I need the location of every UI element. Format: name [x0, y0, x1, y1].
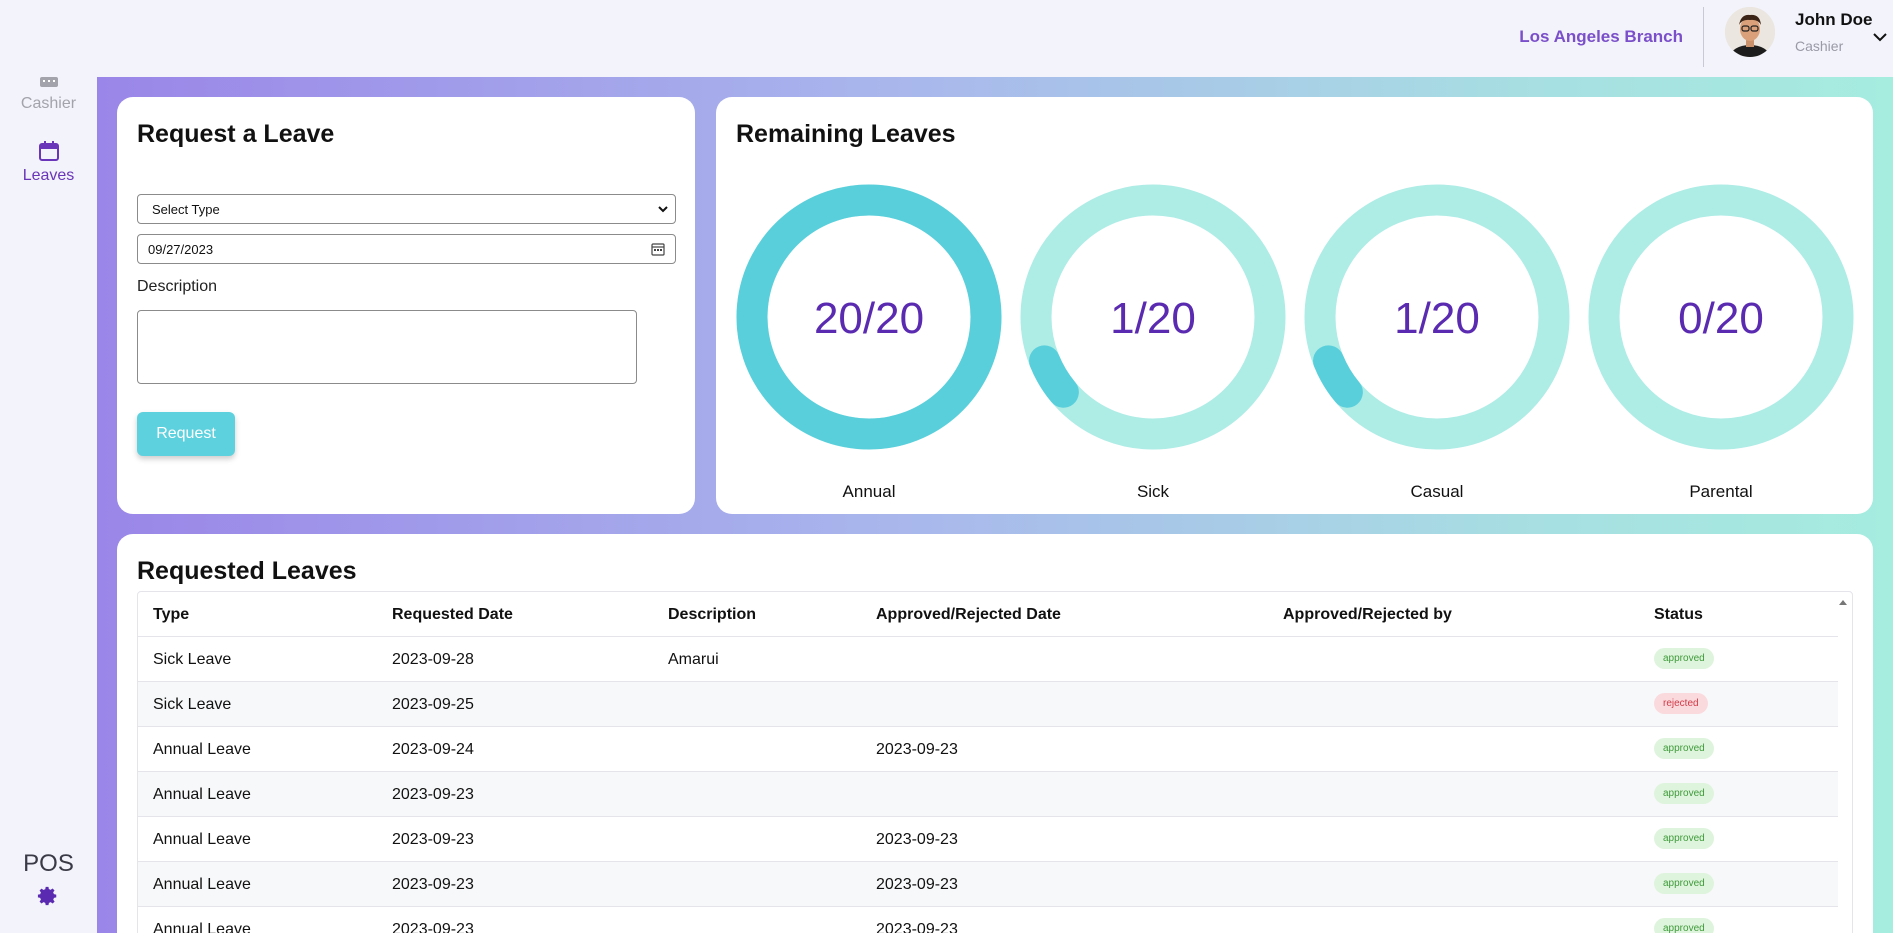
leave-type-cell: Annual Leave — [153, 876, 251, 893]
column-header: Description — [668, 606, 757, 623]
table-row[interactable]: Annual Leave 2023-09-23 2023-09-23 approved — [138, 817, 1838, 862]
leave-count: 20/20 — [813, 294, 925, 343]
card-title: Remaining Leaves — [736, 120, 956, 148]
leave-count: 1/20 — [1110, 294, 1196, 343]
status-badge: rejected — [1654, 693, 1708, 714]
column-header: Approved/Rejected by — [1283, 606, 1452, 623]
leave-type-cell: Annual Leave — [153, 831, 251, 848]
leave-ring-annual: 20/20 Annual — [736, 184, 1002, 501]
leave-type-label: Sick — [1136, 482, 1170, 501]
table-row[interactable]: Sick Leave 2023-09-25 rejected — [138, 682, 1838, 727]
table-header: Type Requested Date Description Approved… — [138, 592, 1838, 637]
remaining-leaves-card: Remaining Leaves 20/20 Annual 1/20 Sick 1/20… — [716, 97, 1873, 514]
description-textarea[interactable] — [137, 310, 637, 384]
decision-date-cell: 2023-09-23 — [876, 831, 958, 848]
requested-date-cell: 2023-09-25 — [392, 696, 474, 713]
leave-type-cell: Annual Leave — [153, 741, 251, 758]
avatar[interactable] — [1725, 7, 1775, 57]
leave-type-label: Annual — [842, 482, 896, 501]
status-badge: approved — [1654, 828, 1714, 849]
description-cell: Amarui — [668, 651, 719, 668]
requested-date-cell: 2023-09-24 — [392, 741, 474, 758]
requested-date-cell: 2023-09-28 — [392, 651, 474, 668]
table-row[interactable]: Annual Leave 2023-09-23 2023-09-23 approved — [138, 862, 1838, 907]
leave-date-input[interactable]: 09/27/2023 — [137, 234, 676, 264]
leave-type-cell: Sick Leave — [153, 696, 232, 713]
decision-date-cell: 2023-09-23 — [876, 741, 958, 758]
status-badge: approved — [1654, 783, 1714, 804]
leave-count: 0/20 — [1678, 294, 1764, 343]
requested-date-cell: 2023-09-23 — [392, 876, 474, 893]
leave-type-label: Casual — [1410, 482, 1464, 501]
top-bar: Los Angeles Branch John Doe Cashier — [0, 0, 1893, 77]
avatar-image — [1725, 7, 1775, 57]
decision-date-cell: 2023-09-23 — [876, 921, 958, 933]
chevron-down-icon — [658, 206, 668, 213]
select-value: Select Type — [152, 202, 220, 217]
column-header: Type — [153, 606, 190, 623]
requested-leaves-card: Requested Leaves Type Requested Date Des… — [117, 534, 1873, 933]
table-row[interactable]: Annual Leave 2023-09-23 approved — [138, 772, 1838, 817]
table-row[interactable]: Annual Leave 2023-09-23 2023-09-23 approved — [138, 907, 1838, 933]
card-title: Request a Leave — [137, 120, 335, 148]
request-leave-card: Request a Leave Select Type 09/27/2023 D… — [117, 97, 695, 514]
chevron-down-icon[interactable] — [1871, 28, 1889, 46]
column-header: Status — [1654, 606, 1703, 623]
decision-date-cell: 2023-09-23 — [876, 876, 958, 893]
requested-date-cell: 2023-09-23 — [392, 921, 474, 933]
sidebar-item-label: Cashier — [20, 95, 77, 112]
leave-type-cell: Annual Leave — [153, 921, 251, 933]
status-badge: approved — [1654, 918, 1714, 933]
main-content: Request a Leave Select Type 09/27/2023 D… — [97, 77, 1893, 933]
column-header: Requested Date — [392, 606, 513, 623]
leaves-table: Type Requested Date Description Approved… — [137, 591, 1853, 933]
leave-type-cell: Sick Leave — [153, 651, 232, 668]
brand-label: POS — [23, 850, 74, 877]
description-label: Description — [137, 278, 218, 295]
user-role: Cashier — [1795, 38, 1844, 54]
leave-type-cell: Annual Leave — [153, 786, 251, 803]
requested-date-cell: 2023-09-23 — [392, 831, 474, 848]
status-badge: approved — [1654, 738, 1714, 759]
calendar-icon — [38, 141, 59, 161]
user-name: John Doe — [1795, 10, 1873, 29]
date-value: 09/27/2023 — [148, 242, 214, 257]
leave-ring-casual: 1/20 Casual — [1304, 184, 1570, 501]
divider — [1703, 7, 1704, 67]
calendar-icon[interactable] — [651, 242, 665, 256]
leave-type-select[interactable]: Select Type — [137, 194, 676, 224]
scroll-up-icon[interactable] — [1838, 598, 1848, 606]
sidebar-item-leaves[interactable]: Leaves — [0, 139, 97, 185]
leave-ring-parental: 0/20 Parental — [1588, 184, 1854, 501]
card-title: Requested Leaves — [137, 557, 357, 585]
table-row[interactable]: Sick Leave 2023-09-28 Amarui approved — [138, 637, 1838, 682]
table-row[interactable]: Annual Leave 2023-09-24 2023-09-23 approved — [138, 727, 1838, 772]
status-badge: approved — [1654, 648, 1714, 669]
branch-name[interactable]: Los Angeles Branch — [1519, 27, 1683, 47]
status-badge: approved — [1654, 873, 1714, 894]
leave-type-label: Parental — [1689, 482, 1753, 501]
request-button[interactable]: Request — [137, 412, 235, 456]
leave-count: 1/20 — [1394, 294, 1480, 343]
column-header: Approved/Rejected Date — [876, 606, 1061, 623]
requested-date-cell: 2023-09-23 — [392, 786, 474, 803]
sidebar-item-label: Leaves — [22, 167, 75, 184]
gear-icon[interactable] — [37, 885, 59, 907]
leave-ring-sick: 1/20 Sick — [1020, 184, 1286, 501]
sidebar: Cashier Leaves POS — [0, 0, 97, 933]
